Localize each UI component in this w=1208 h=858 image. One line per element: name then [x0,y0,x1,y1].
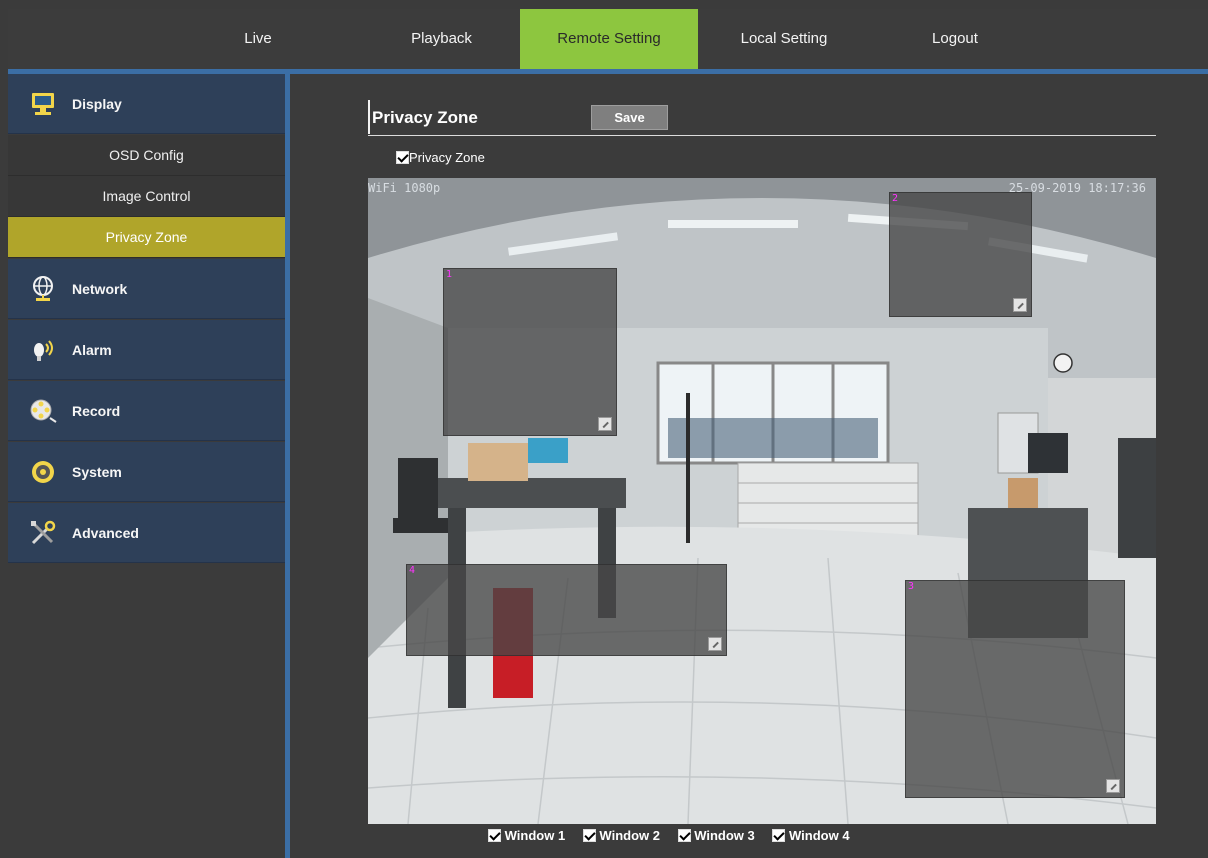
sidebar-item-privacy-zone[interactable]: Privacy Zone [8,217,285,258]
privacy-zone-4[interactable]: 4 [406,564,727,656]
privacy-zone-toggle-label: Privacy Zone [409,150,485,165]
sidebar-group-label: Display [72,96,122,112]
camera-preview[interactable]: WiFi 1080p 25-09-2019 18:17:36 1 2 3 4 [368,178,1156,824]
resize-handle-icon[interactable] [1106,779,1120,793]
window-1-toggle[interactable]: Window 1 [488,828,565,843]
page-title: Privacy Zone [372,108,478,127]
privacy-zone-3[interactable]: 3 [905,580,1125,798]
privacy-zone-checkbox[interactable] [396,151,409,164]
zone-number: 1 [446,269,453,280]
sidebar: Display OSD Config Image Control Privacy… [8,74,285,858]
globe-icon [28,274,58,304]
window-selector: Window 1 Window 2 Window 3 Window 4 [488,828,864,843]
nav-live[interactable]: Live [158,9,358,69]
window-1-label: Window 1 [504,828,566,843]
sidebar-item-image-control[interactable]: Image Control [8,176,285,217]
sidebar-group-alarm[interactable]: Alarm [8,320,285,380]
title-marker [368,100,370,134]
sidebar-group-record[interactable]: Record [8,381,285,441]
sidebar-group-label: Network [72,281,128,297]
nav-local-setting[interactable]: Local Setting [698,9,870,69]
monitor-icon [28,89,58,119]
osd-channel-name: WiFi 1080p [368,181,441,195]
zone-number: 2 [892,193,899,204]
window-2-label: Window 2 [599,828,660,843]
window-4-checkbox[interactable] [772,829,786,842]
top-navigation: Live Playback Remote Setting Local Setti… [8,9,1208,69]
gear-icon [28,457,58,487]
sidebar-group-label: Alarm [72,342,112,358]
title-divider [368,135,1156,136]
privacy-zone-toggle[interactable]: Privacy Zone [396,150,485,165]
sidebar-group-label: System [72,464,122,480]
sidebar-group-display[interactable]: Display [8,74,285,134]
privacy-zone-1[interactable]: 1 [443,268,617,436]
window-2-toggle[interactable]: Window 2 [582,828,660,843]
privacy-zone-2[interactable]: 2 [889,192,1032,317]
tools-icon [28,518,58,548]
save-button[interactable]: Save [591,105,668,130]
alarm-icon [28,335,58,365]
window-3-checkbox[interactable] [677,829,691,842]
window-2-checkbox[interactable] [582,829,596,842]
window-3-label: Window 3 [694,828,755,843]
zone-number: 4 [409,565,416,576]
window-4-label: Window 4 [789,828,850,843]
sidebar-group-label: Advanced [72,525,139,541]
sidebar-group-system[interactable]: System [8,442,285,502]
nav-logout[interactable]: Logout [870,9,1040,69]
window-3-toggle[interactable]: Window 3 [677,828,755,843]
sidebar-group-network[interactable]: Network [8,259,285,319]
sidebar-divider [285,74,290,858]
resize-handle-icon[interactable] [1013,298,1027,312]
film-reel-icon [28,396,58,426]
zone-number: 3 [908,581,915,592]
sidebar-group-label: Record [72,403,121,419]
nav-remote-setting[interactable]: Remote Setting [520,9,698,69]
window-4-toggle[interactable]: Window 4 [772,828,850,843]
sidebar-group-advanced[interactable]: Advanced [8,503,285,563]
sidebar-item-osd-config[interactable]: OSD Config [8,135,285,176]
nav-playback[interactable]: Playback [363,9,520,69]
window-1-checkbox[interactable] [488,829,501,842]
resize-handle-icon[interactable] [598,417,612,431]
resize-handle-icon[interactable] [708,637,722,651]
